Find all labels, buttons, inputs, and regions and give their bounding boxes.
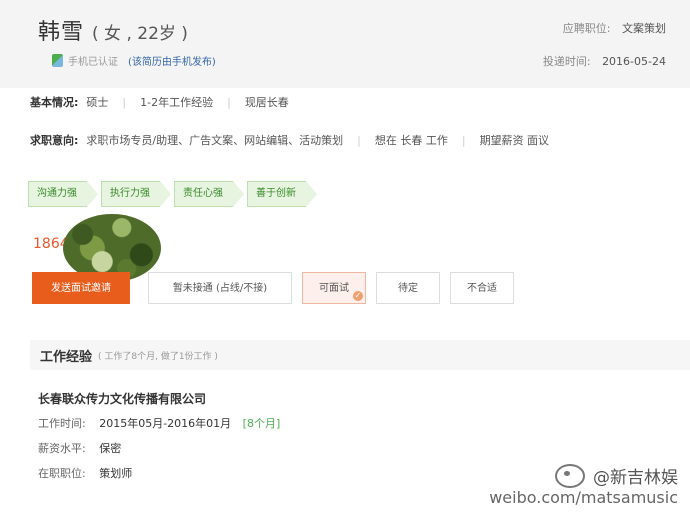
- basic-info-location: 现居长春: [244, 96, 289, 109]
- check-icon: ✓: [353, 291, 363, 301]
- watermark-url: weibo.com/matsamusic: [489, 488, 678, 507]
- watermark: @新吉林娱 weibo.com/matsamusic: [489, 463, 678, 507]
- divider: |: [357, 133, 361, 147]
- skill-tag: 善于创新: [247, 181, 317, 207]
- candidate-name: 韩雪 ( 女 , 22岁 ): [38, 14, 188, 46]
- verify-text: 手机已认证: [68, 57, 118, 68]
- work-time-value: 2015年05月-2016年01月: [99, 417, 232, 430]
- work-experience-summary: ( 工作了8个月, 做了1份工作 ): [98, 351, 218, 362]
- phone-verified-icon: [52, 54, 63, 67]
- unsuitable-button[interactable]: 不合适: [450, 272, 514, 304]
- job-intent-label: 求职意向:: [30, 134, 79, 147]
- action-buttons: 发送面试邀请 暂未接通 (占线/不接) 可面试 ✓ 待定 不合适: [32, 272, 524, 304]
- resume-source-link[interactable]: (该简历由手机发布): [128, 53, 216, 68]
- can-interview-label: 可面试: [319, 283, 349, 294]
- work-duration: [8个月]: [242, 417, 281, 430]
- divider: |: [461, 133, 466, 147]
- work-time-label: 工作时间:: [38, 417, 86, 430]
- submit-date: 投递时间: 2016-05-24: [543, 53, 666, 69]
- submit-date-value: 2016-05-24: [602, 55, 666, 68]
- job-intent-salary: 期望薪资 面议: [479, 134, 550, 147]
- basic-info: 基本情况: 硕士 | 1-2年工作经验 | 现居长春: [30, 94, 289, 110]
- phone-verification: 手机已认证 (该简历由手机发布): [52, 53, 216, 68]
- pending-button[interactable]: 待定: [376, 272, 440, 304]
- work-time-row: 工作时间: 2015年05月-2016年01月 [8个月]: [38, 415, 280, 431]
- skill-tag: 责任心强: [174, 181, 244, 207]
- job-intent: 求职意向: 求职市场专员/助理、广告文案、网站编辑、活动策划 | 想在 长春 工…: [30, 132, 549, 148]
- salary-value: 保密: [99, 442, 122, 455]
- work-experience-title: 工作经验: [40, 349, 93, 365]
- submit-date-label: 投递时间:: [542, 55, 591, 68]
- job-intent-roles: 求职市场专员/助理、广告文案、网站编辑、活动策划: [86, 134, 344, 147]
- divider: |: [227, 95, 231, 109]
- send-interview-invite-button[interactable]: 发送面试邀请: [32, 272, 130, 304]
- weibo-logo-icon: [555, 463, 585, 488]
- basic-info-experience: 1-2年工作经验: [140, 96, 214, 109]
- can-interview-button[interactable]: 可面试 ✓: [302, 272, 366, 304]
- watermark-handle-row: @新吉林娱: [489, 463, 678, 488]
- applied-position-value: 文案策划: [622, 22, 666, 35]
- watermark-handle: @新吉林娱: [593, 468, 678, 488]
- applied-position: 应聘职位: 文案策划: [563, 20, 666, 36]
- salary-row: 薪资水平: 保密: [38, 440, 121, 456]
- resume-header: 韩雪 ( 女 , 22岁 ) 手机已认证 (该简历由手机发布) 应聘职位: 文案…: [0, 0, 690, 88]
- work-experience-header: 工作经验 ( 工作了8个月, 做了1份工作 ): [30, 340, 690, 370]
- skill-tags: 沟通力强 执行力强 责任心强 善于创新: [28, 181, 320, 207]
- position-label: 在职职位:: [38, 467, 86, 480]
- salary-label: 薪资水平:: [38, 442, 86, 455]
- applied-position-label: 应聘职位:: [562, 22, 611, 35]
- company-name: 长春联众传力文化传播有限公司: [38, 392, 207, 406]
- position-row: 在职职位: 策划师: [38, 465, 132, 481]
- skill-tag: 执行力强: [101, 181, 171, 207]
- divider: |: [122, 95, 127, 109]
- basic-info-degree: 硕士: [86, 96, 109, 109]
- candidate-name-text: 韩雪: [38, 20, 85, 45]
- skill-tag: 沟通力强: [28, 181, 98, 207]
- not-reached-button[interactable]: 暂未接通 (占线/不接): [148, 272, 292, 304]
- position-value: 策划师: [99, 467, 133, 480]
- candidate-gender-age: ( 女 , 22岁 ): [92, 24, 188, 44]
- basic-info-label: 基本情况:: [30, 96, 79, 109]
- job-intent-city: 想在 长春 工作: [374, 134, 448, 147]
